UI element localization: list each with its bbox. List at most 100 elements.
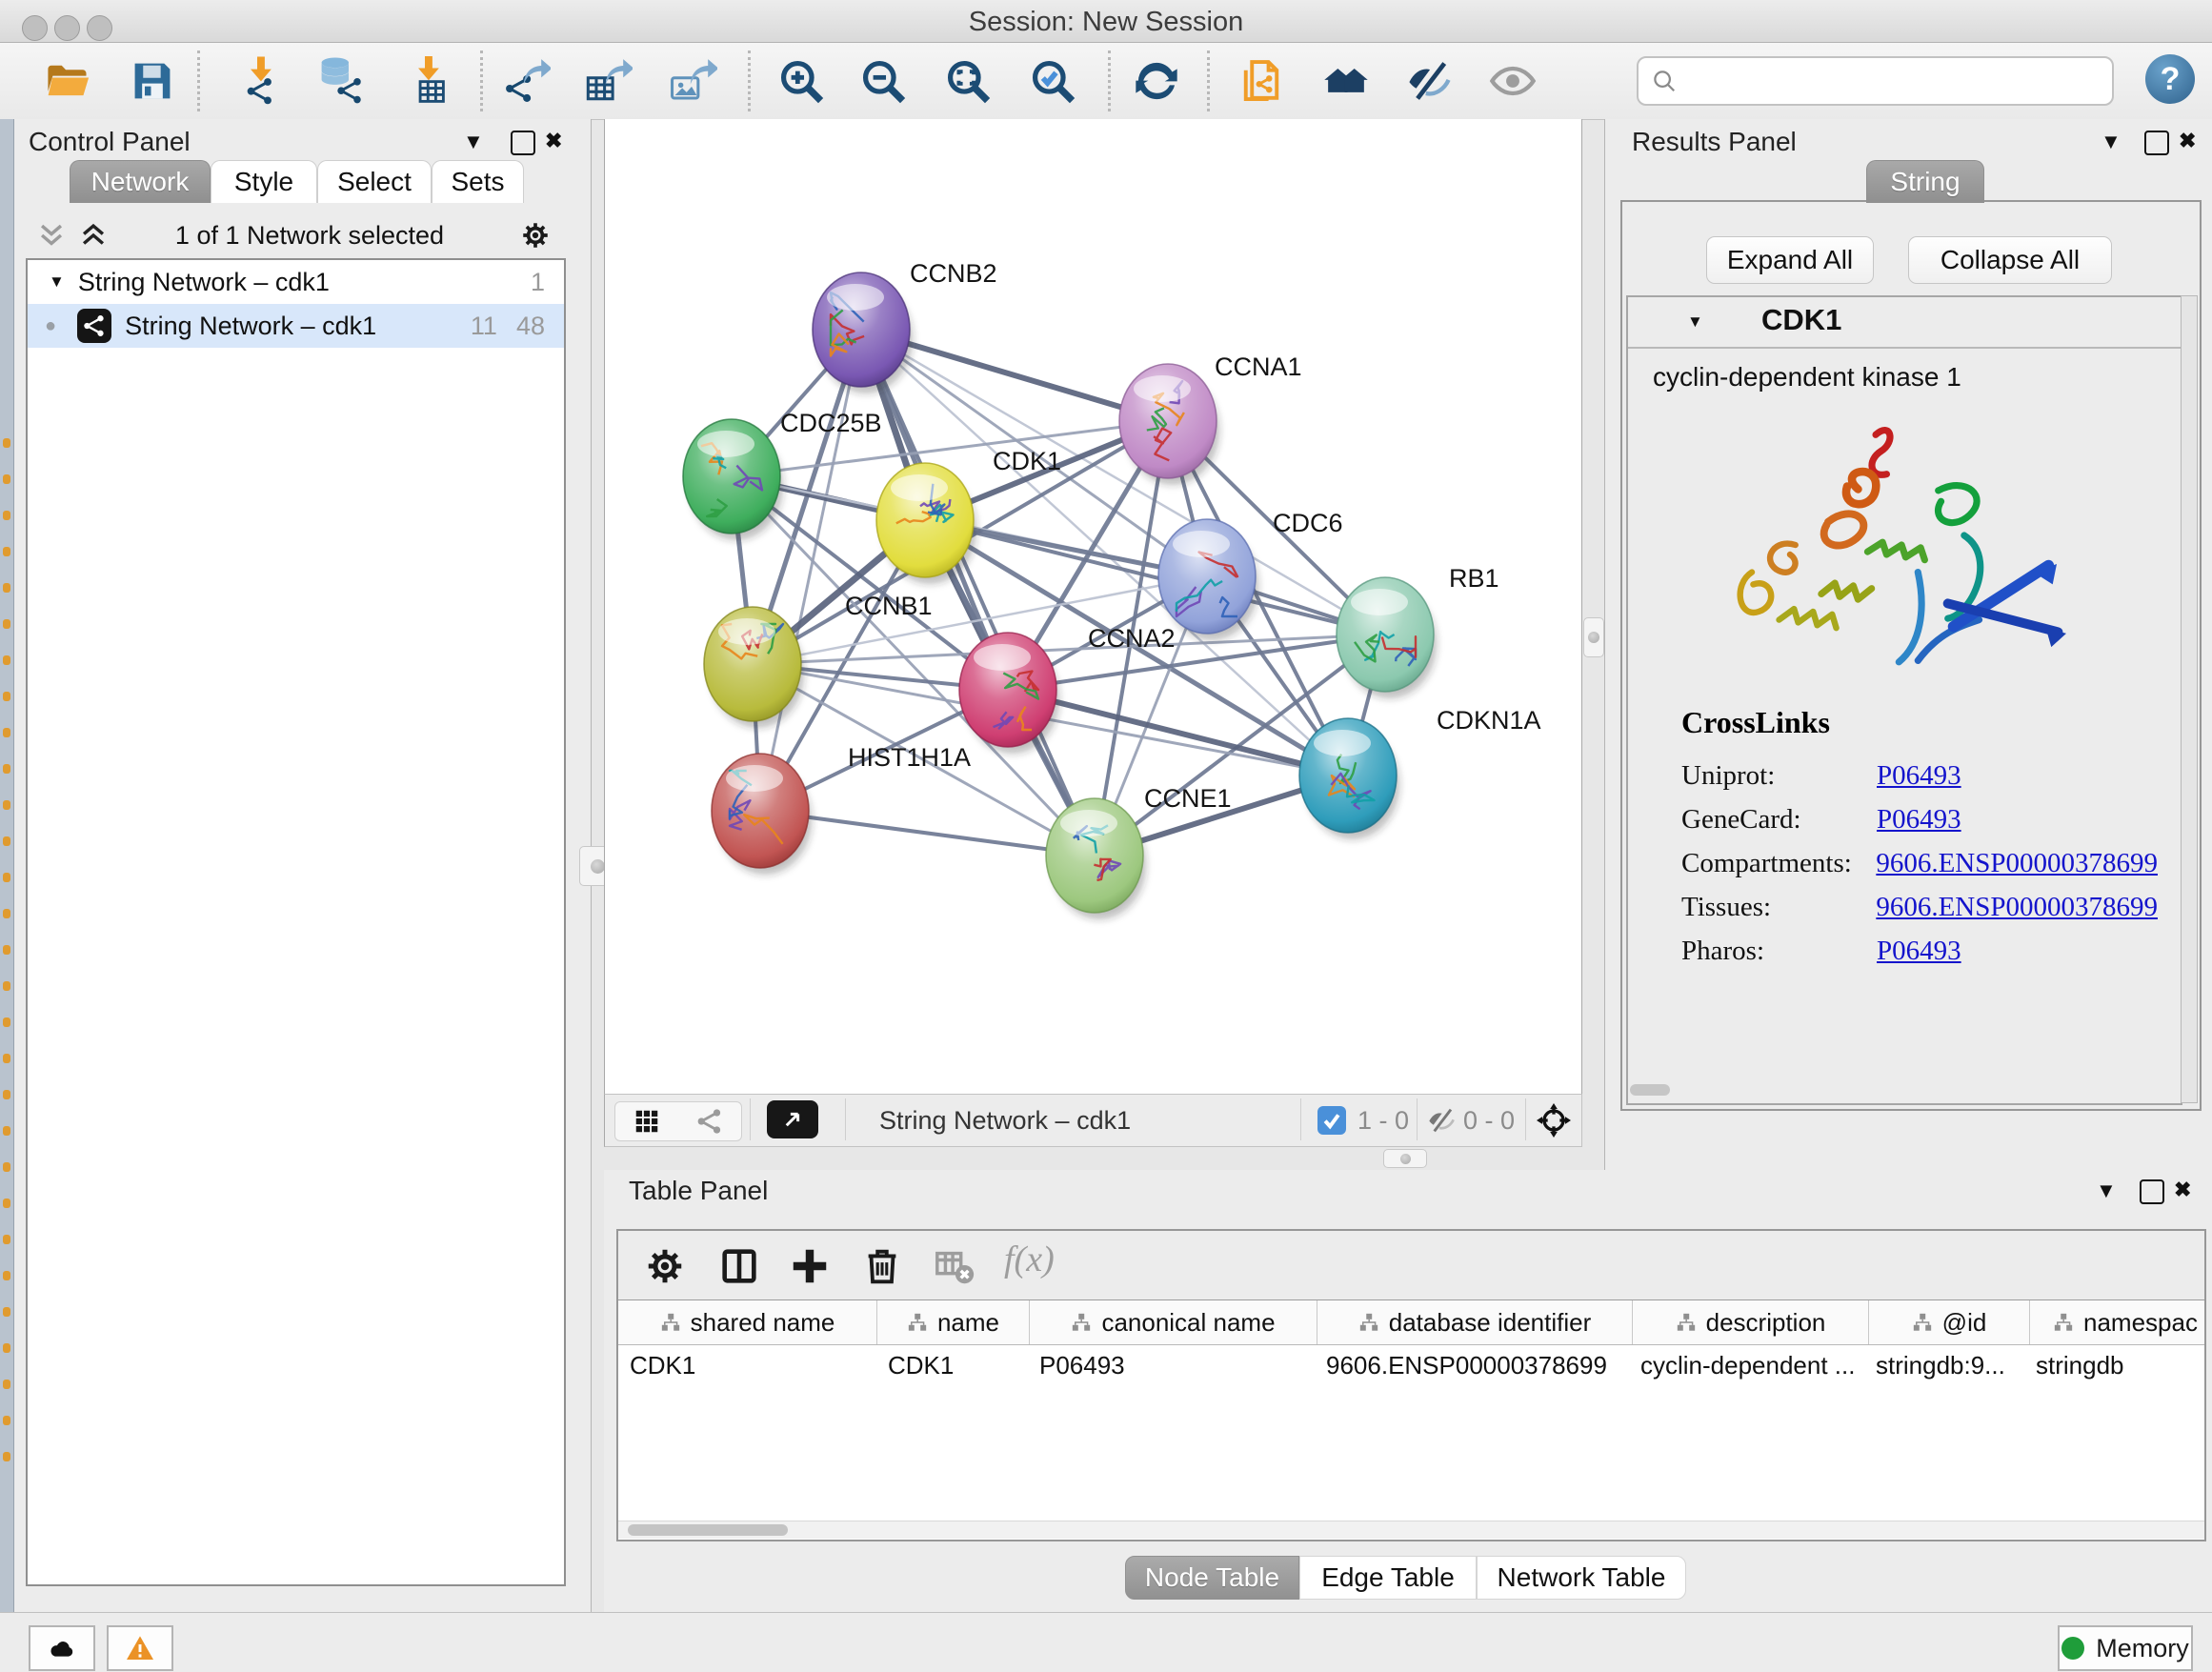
column-header-shared-name[interactable]: shared name xyxy=(618,1300,877,1344)
network-collection-row[interactable]: ▼ String Network – cdk1 1 xyxy=(28,260,564,304)
crosshair-pan-icon[interactable] xyxy=(1535,1101,1573,1139)
export-image-button[interactable] xyxy=(667,55,718,107)
graph-node-RB1[interactable] xyxy=(1337,577,1437,698)
table-settings-button[interactable] xyxy=(643,1244,687,1288)
tab-style[interactable]: Style xyxy=(211,160,317,203)
hidden-eye-slash-icon[interactable] xyxy=(1426,1105,1457,1136)
show-columns-button[interactable] xyxy=(717,1244,761,1288)
import-table-button[interactable] xyxy=(401,55,452,107)
graph-edge-CCNB2-HIST1H1A[interactable] xyxy=(760,330,861,811)
graph-node-CCNE1[interactable] xyxy=(1046,798,1146,919)
network-view-canvas[interactable]: CCNB2CCNA1CDC25BCDK1CDC6RB1CCNB1CCNA2CDK… xyxy=(604,119,1582,1094)
tab-network[interactable]: Network xyxy=(70,160,211,203)
graph-node-CDKN1A[interactable] xyxy=(1299,718,1399,839)
crosslink-link[interactable]: 9606.ENSP00000378699 xyxy=(1876,892,2158,923)
column-header-database-identifier[interactable]: database identifier xyxy=(1317,1300,1633,1344)
graph-node-CCNA2[interactable] xyxy=(959,633,1059,754)
export-network-button[interactable] xyxy=(500,55,552,107)
help-button[interactable]: ? xyxy=(2145,54,2195,104)
zoom-in-button[interactable] xyxy=(775,55,827,107)
add-column-button[interactable] xyxy=(788,1244,832,1288)
first-neighbors-button[interactable] xyxy=(1320,55,1372,107)
search-input[interactable] xyxy=(1679,67,2112,96)
delete-table-button[interactable] xyxy=(933,1244,976,1288)
table-panel-close-icon[interactable]: ✖ xyxy=(2174,1179,2191,1200)
column-header--id[interactable]: @id xyxy=(1869,1300,2030,1344)
table-panel-menu-icon[interactable]: ▼ xyxy=(2096,1180,2117,1201)
function-builder-button[interactable]: f(x) xyxy=(1004,1239,1055,1280)
column-header-namespac[interactable]: namespac xyxy=(2030,1300,2206,1344)
tab-string[interactable]: String xyxy=(1866,160,1984,203)
crosslink-link[interactable]: 9606.ENSP00000378699 xyxy=(1876,848,2158,879)
control-panel-menu-icon[interactable]: ▼ xyxy=(463,131,484,152)
hierarchy-icon xyxy=(660,1312,681,1333)
table-panel-float-icon[interactable] xyxy=(2140,1179,2164,1204)
table-hscrollbar[interactable] xyxy=(618,1521,2204,1539)
crosslink-link[interactable]: P06493 xyxy=(1877,936,1961,967)
zoom-selected-button[interactable] xyxy=(1027,55,1078,107)
zoom-out-button[interactable] xyxy=(857,55,909,107)
zoom-fit-icon xyxy=(943,56,993,106)
graph-node-CCNB1[interactable] xyxy=(704,607,804,728)
crosslink-row: Uniprot:P06493 xyxy=(1681,754,2158,797)
graph-node-CCNB2[interactable] xyxy=(813,272,913,393)
tree-collapse-triangle-icon[interactable]: ▼ xyxy=(49,272,65,292)
expand-all-button[interactable]: Expand All xyxy=(1706,236,1874,284)
horizontal-splitter-handle[interactable] xyxy=(1383,1149,1427,1168)
network-options-gear-icon[interactable] xyxy=(519,219,552,252)
entry-hscroll-thumb[interactable] xyxy=(1630,1084,1670,1096)
crosslink-link[interactable]: P06493 xyxy=(1877,804,1961,836)
tab-network-table[interactable]: Network Table xyxy=(1477,1556,1686,1600)
column-header-description[interactable]: description xyxy=(1633,1300,1869,1344)
entry-collapse-triangle-icon[interactable]: ▼ xyxy=(1687,312,1703,332)
right-splitter-handle[interactable] xyxy=(1583,617,1604,657)
tab-node-table[interactable]: Node Table xyxy=(1125,1556,1299,1600)
hide-selected-button[interactable] xyxy=(1403,55,1455,107)
import-network-from-database-button[interactable] xyxy=(314,55,366,107)
zoom-fit-button[interactable] xyxy=(942,55,994,107)
control-panel-float-icon[interactable] xyxy=(511,131,535,155)
graph-node-CDC6[interactable] xyxy=(1158,519,1258,640)
selected-checkbox-icon[interactable] xyxy=(1317,1106,1346,1135)
collapse-all-networks-icon[interactable] xyxy=(35,219,68,252)
graph-node-CDC25B[interactable] xyxy=(683,419,783,540)
export-table-button[interactable] xyxy=(582,55,633,107)
copy-style-button[interactable] xyxy=(1236,55,1287,107)
results-vscrollbar[interactable] xyxy=(2181,295,2198,1103)
protein-entry-header[interactable]: ▼ CDK1 xyxy=(1628,297,2181,349)
apply-layout-button[interactable] xyxy=(1131,55,1182,107)
table-row[interactable]: CDK1CDK1P064939606.ENSP00000378699cyclin… xyxy=(618,1344,2206,1386)
show-all-button[interactable] xyxy=(1487,55,1538,107)
warnings-button[interactable] xyxy=(107,1625,173,1671)
graph-node-CDK1[interactable] xyxy=(876,463,976,584)
control-panel-close-icon[interactable]: ✖ xyxy=(545,131,562,151)
results-panel-close-icon[interactable]: ✖ xyxy=(2179,131,2196,151)
tab-sets[interactable]: Sets xyxy=(432,160,524,203)
table-hscroll-thumb[interactable] xyxy=(628,1524,788,1536)
graph-node-HIST1H1A[interactable] xyxy=(712,754,812,875)
memory-button[interactable]: Memory xyxy=(2058,1625,2193,1671)
tab-edge-table[interactable]: Edge Table xyxy=(1299,1556,1477,1600)
tab-select[interactable]: Select xyxy=(317,160,432,203)
column-header-canonical-name[interactable]: canonical name xyxy=(1030,1300,1317,1344)
results-panel-float-icon[interactable] xyxy=(2144,131,2169,155)
column-header-name[interactable]: name xyxy=(877,1300,1030,1344)
grid-view-icon[interactable] xyxy=(633,1107,661,1136)
search-field[interactable] xyxy=(1637,56,2114,106)
save-session-button[interactable] xyxy=(127,55,178,107)
collapse-all-button[interactable]: Collapse All xyxy=(1908,236,2112,284)
network-row[interactable]: ● String Network – cdk1 11 48 xyxy=(28,304,564,348)
open-file-button[interactable] xyxy=(42,55,93,107)
birdseye-view-button[interactable] xyxy=(767,1100,818,1138)
expand-all-networks-icon[interactable] xyxy=(77,219,110,252)
delete-column-button[interactable] xyxy=(860,1244,904,1288)
memory-label: Memory xyxy=(2096,1634,2189,1663)
results-panel-menu-icon[interactable]: ▼ xyxy=(2101,131,2122,152)
share-view-icon[interactable] xyxy=(695,1107,724,1136)
crosslink-link[interactable]: P06493 xyxy=(1877,760,1961,792)
graph-node-CCNA1[interactable] xyxy=(1119,364,1219,485)
column-header-label: @id xyxy=(1942,1308,1987,1338)
external-arrow-icon xyxy=(778,1105,807,1134)
import-network-button[interactable] xyxy=(233,55,285,107)
cloud-status-button[interactable] xyxy=(29,1625,95,1671)
